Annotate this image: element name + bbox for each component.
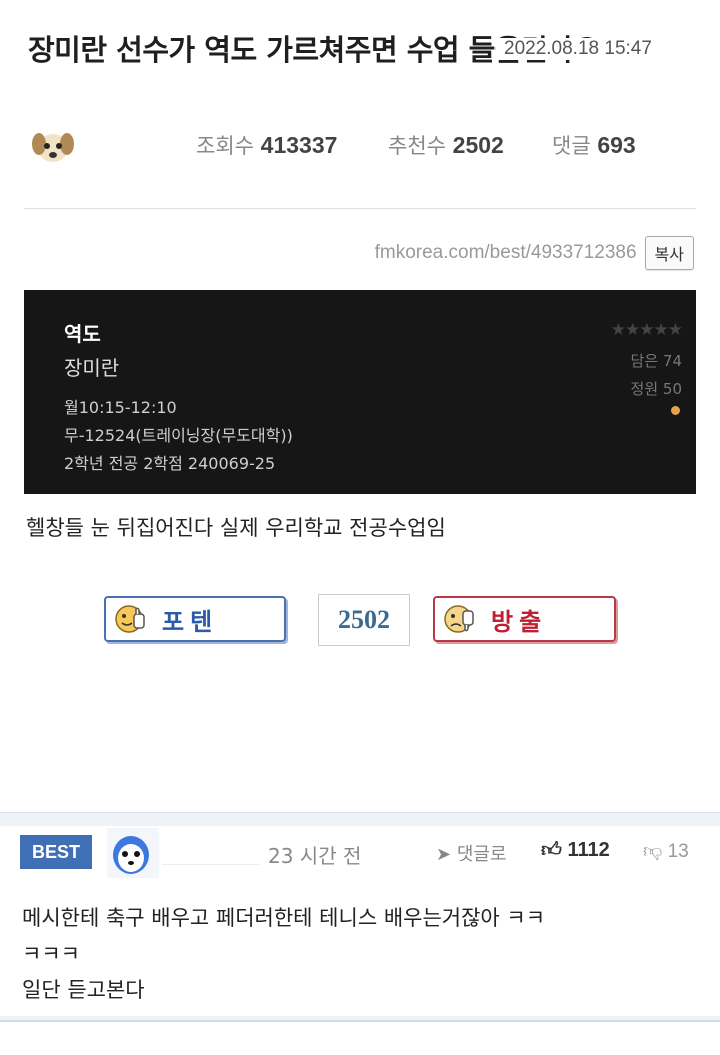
author-avatar-icon[interactable] — [30, 126, 76, 166]
views-stat: 조회수 413337 — [196, 130, 337, 160]
recommend-label: 추천수 — [388, 134, 446, 158]
upvote-label: 포텐 — [162, 607, 219, 636]
post-body: 헬창들 눈 뒤집어진다 실제 우리학교 전공수업임 — [26, 516, 446, 540]
commenter-avatar-icon[interactable] — [107, 828, 159, 878]
vote-count: 2502 — [318, 594, 410, 646]
comment-like-button[interactable]: 👍︎ 1112 — [541, 838, 610, 862]
views-count: 413337 — [260, 132, 338, 158]
rating-stars-icon: ★★★★★ — [610, 320, 683, 340]
reply-label: 댓글로 — [456, 844, 507, 865]
course-enrolled: 담은 74 — [630, 352, 682, 370]
recommend-stat: 추천수 2502 — [388, 130, 504, 160]
course-time: 월10:15-12:10 — [64, 398, 177, 417]
thumbs-up-icon: 👍︎ — [541, 839, 562, 861]
reply-arrow-icon: ➤ — [436, 844, 452, 865]
upvote-button[interactable]: 포텐 — [104, 596, 286, 642]
comments-count: 693 — [597, 132, 636, 158]
copy-url-button[interactable]: 복사 — [644, 236, 694, 270]
comment-text: 메시한테 축구 배우고 페더러한테 테니스 배우는거잖아 ㅋㅋ ㅋㅋㅋ 일단 듣… — [22, 900, 692, 1008]
post-header: 장미란 선수가 역도 가르쳐주면 수업 들을건가요 2022.08.18 15:… — [28, 32, 698, 68]
comment-line-3: 일단 듣고본다 — [22, 978, 145, 1002]
best-badge: BEST — [20, 835, 92, 869]
comment-dislike-button[interactable]: 👎︎ 13 — [643, 840, 689, 863]
dislike-count: 13 — [667, 841, 689, 862]
url-row: fmkorea.com/best/4933712386 복사 — [375, 236, 694, 270]
thumbs-down-face-icon — [444, 605, 474, 633]
divider — [24, 208, 696, 209]
recommend-count: 2502 — [452, 132, 504, 158]
views-label: 조회수 — [196, 134, 254, 158]
commenter-name-redacted — [162, 838, 260, 865]
course-card-image: 역도 장미란 월10:15-12:10 무-12524(트레이닝장(무도대학))… — [24, 290, 696, 494]
thumbs-up-face-icon — [115, 605, 145, 633]
divider — [0, 1020, 720, 1022]
comments-label: 댓글 — [552, 134, 591, 158]
course-room: 무-12524(트레이닝장(무도대학)) — [64, 426, 293, 445]
course-professor: 장미란 — [64, 356, 120, 380]
comments-stat: 댓글 693 — [552, 130, 636, 160]
course-capacity: 정원 50 — [630, 380, 682, 398]
post-date: 2022.08.18 15:47 — [496, 38, 652, 60]
like-count: 1112 — [567, 839, 610, 861]
post-url[interactable]: fmkorea.com/best/4933712386 — [375, 242, 637, 264]
downvote-label: 방출 — [491, 607, 548, 636]
downvote-button[interactable]: 방출 — [433, 596, 616, 642]
thumbs-down-icon: 👎︎ — [643, 841, 663, 862]
comment-line-2: ㅋㅋㅋ — [22, 942, 80, 966]
reply-button[interactable]: ➤ 댓글로 — [436, 840, 507, 866]
comment-time: 23 시간 전 — [268, 844, 362, 868]
comment-line-1: 메시한테 축구 배우고 페더러한테 테니스 배우는거잖아 ㅋㅋ — [22, 906, 546, 930]
course-info: 2학년 전공 2학점 240069-25 — [64, 454, 276, 473]
status-dot — [671, 406, 680, 415]
course-name: 역도 — [64, 322, 101, 346]
